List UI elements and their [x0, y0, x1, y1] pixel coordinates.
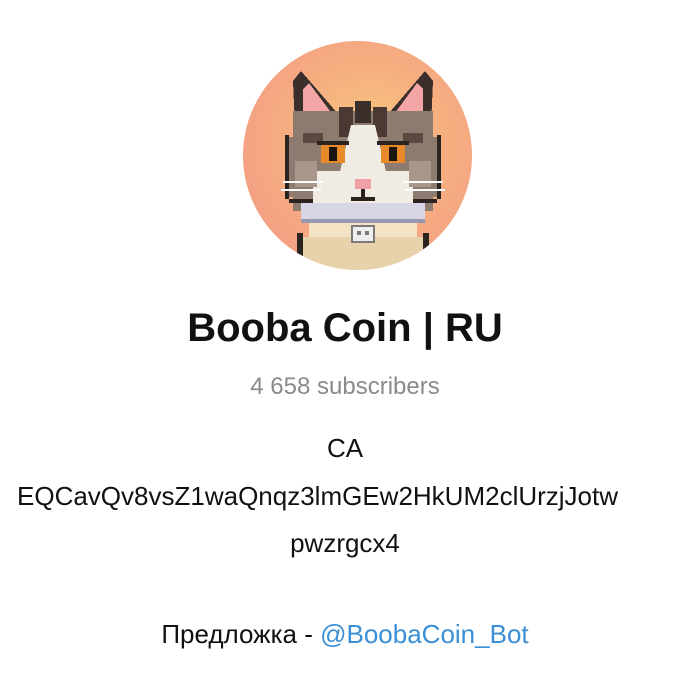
channel-avatar[interactable] — [243, 41, 472, 270]
suggest-label: Предложка - — [161, 619, 321, 649]
description-suggest-line: Предложка - @BoobaCoin_Bot — [0, 617, 690, 651]
description-ca-label: CA — [326, 433, 364, 463]
description-ca-address-line1: EQCavQv8vsZ1waQnqz3lmGEw2HkUM2clUrzjJotw — [17, 481, 619, 511]
bot-mention-link[interactable]: @BoobaCoin_Bot — [320, 619, 529, 649]
pixel-cat-avatar-icon — [281, 71, 445, 270]
description-ca-address-line2: pwzrgcx4 — [290, 528, 400, 558]
channel-profile: Booba Coin | RU 4 658 subscribers CA EQC… — [0, 0, 690, 693]
channel-title: Booba Coin | RU — [187, 306, 503, 350]
subscriber-count: 4 658 subscribers — [250, 373, 440, 400]
